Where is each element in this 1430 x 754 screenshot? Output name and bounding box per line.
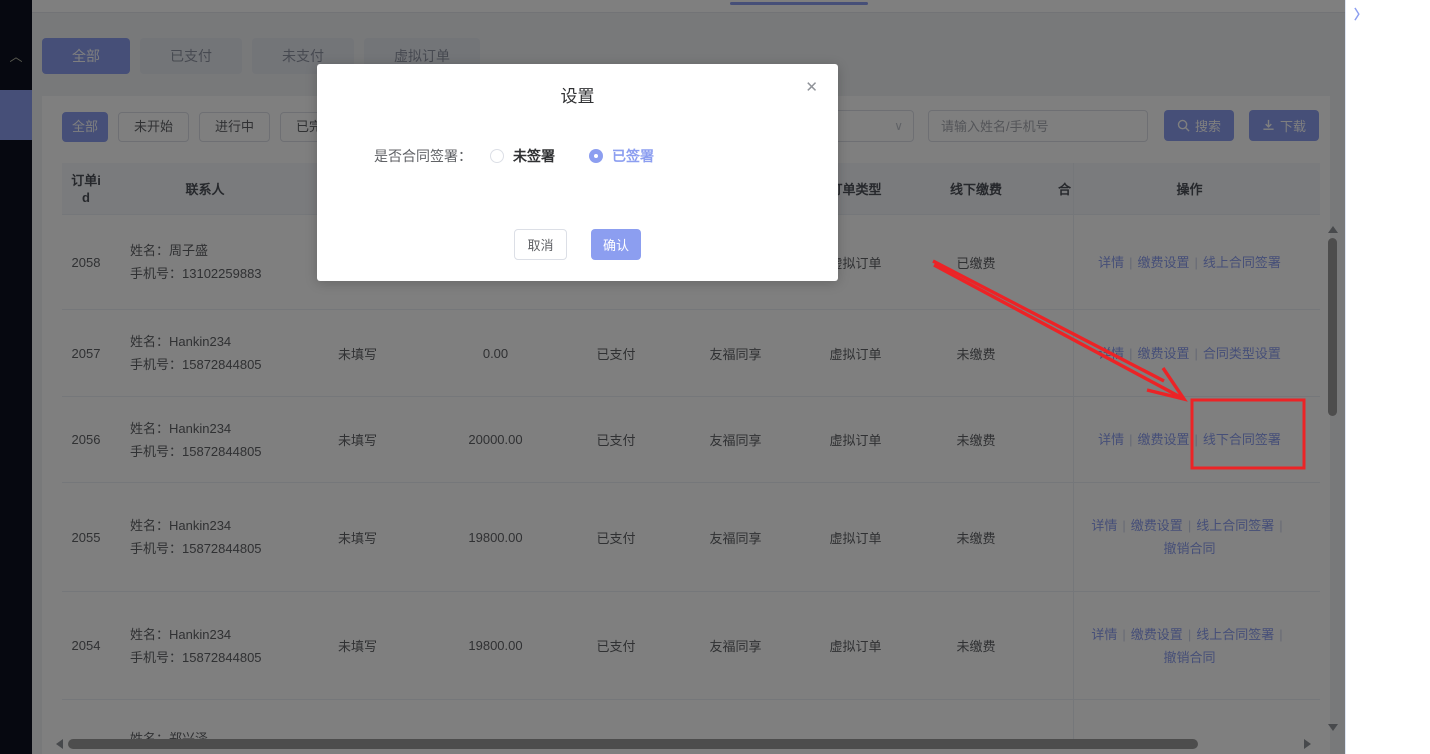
question-label: 是否合同签署： bbox=[374, 146, 472, 166]
radio-option-label: 未签署 bbox=[513, 146, 555, 166]
contract-sign-question-row: 是否合同签署： 未签署 已签署 bbox=[374, 146, 688, 166]
radio-option-未签署[interactable]: 未签署 bbox=[490, 146, 555, 166]
confirm-button[interactable]: 确认 bbox=[591, 229, 641, 260]
right-side-panel: 〉 bbox=[1345, 0, 1430, 754]
radio-option-已签署[interactable]: 已签署 bbox=[589, 146, 654, 166]
close-icon[interactable]: ✕ bbox=[805, 78, 818, 96]
expand-panel-icon[interactable]: 〉 bbox=[1354, 4, 1367, 23]
radio-checked-icon[interactable] bbox=[589, 149, 603, 163]
radio-options: 未签署 已签署 bbox=[490, 146, 688, 166]
radio-option-label: 已签署 bbox=[612, 146, 654, 166]
radio-unchecked-icon[interactable] bbox=[490, 149, 504, 163]
settings-dialog: 设置 ✕ 是否合同签署： 未签署 已签署 取消 确认 bbox=[317, 64, 838, 281]
dialog-title: 设置 bbox=[317, 82, 838, 107]
cancel-button[interactable]: 取消 bbox=[514, 229, 567, 260]
